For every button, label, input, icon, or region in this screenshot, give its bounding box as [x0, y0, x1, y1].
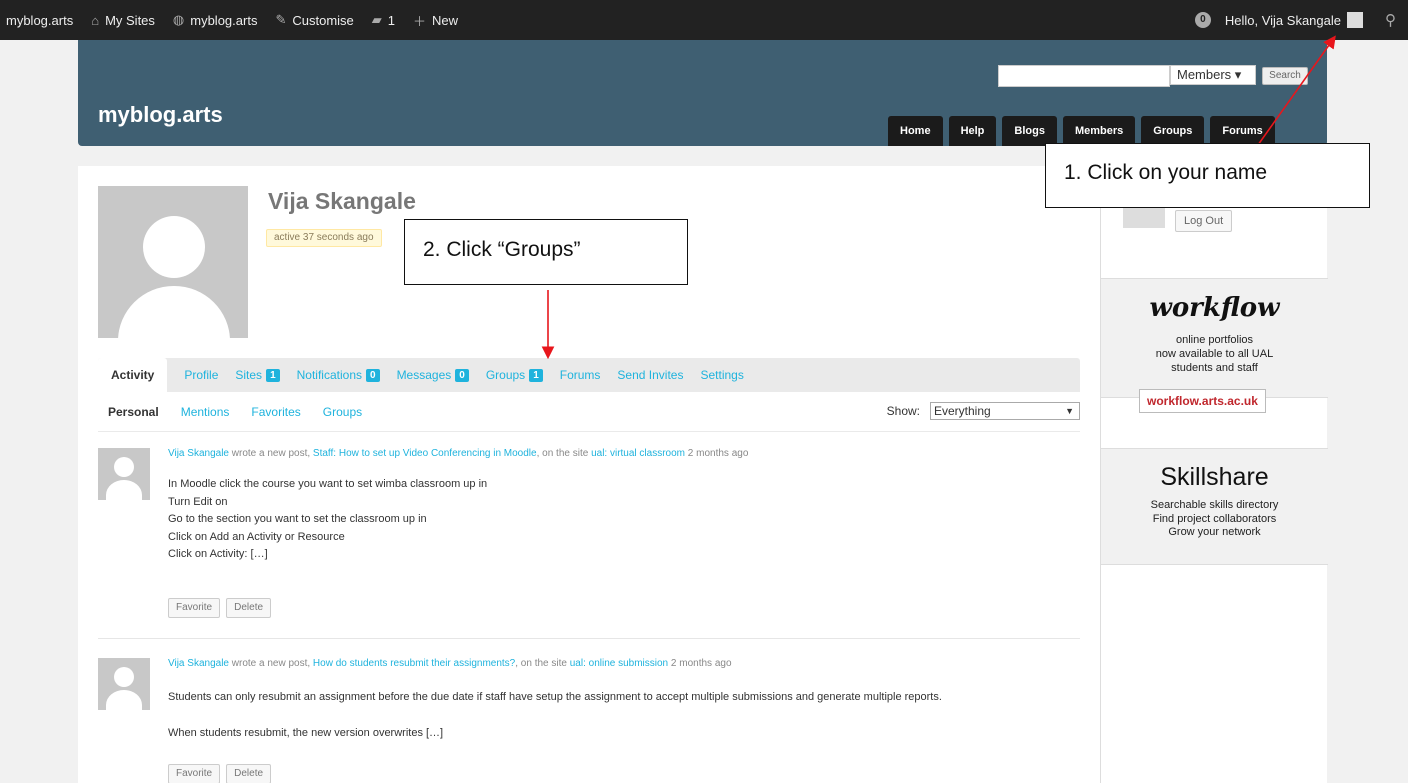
annotation-arrows: [541, 35, 1336, 360]
callout-click-groups: 2. Click “Groups”: [404, 219, 688, 285]
arrow-to-username: [1252, 35, 1336, 153]
callout-click-name: 1. Click on your name: [1045, 143, 1370, 208]
